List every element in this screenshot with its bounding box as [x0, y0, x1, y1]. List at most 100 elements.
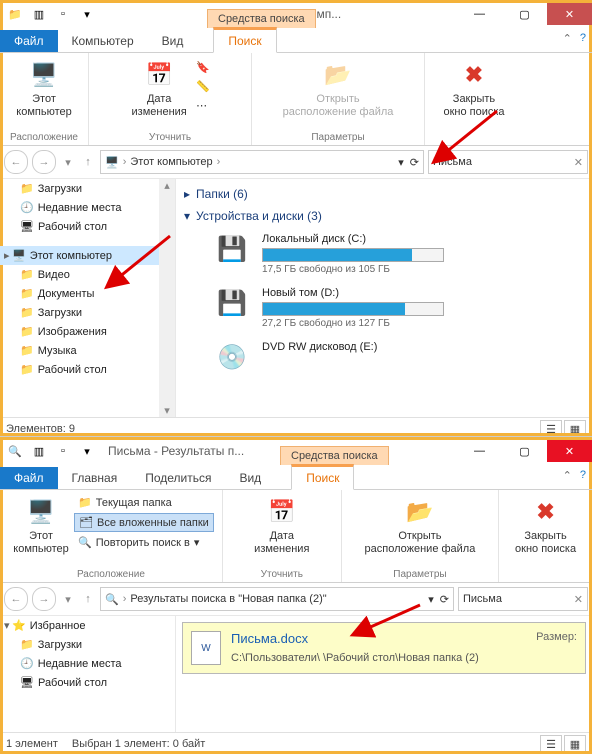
up-button[interactable]: ↑ — [80, 151, 96, 173]
date-modified-button[interactable]: 📅 Дата изменения — [249, 492, 315, 555]
open-location-button[interactable]: 📂 Открыть расположение файла — [350, 492, 490, 555]
up-button[interactable]: ↑ — [80, 588, 96, 610]
folder-open-icon: 📂 — [404, 496, 436, 528]
tree-item-this-pc[interactable]: ▸🖥️Этот компьютер — [0, 246, 175, 265]
tree-item-desktop[interactable]: 🖥Рабочий стол — [0, 673, 175, 692]
kind-button[interactable]: 🔖 — [192, 59, 214, 76]
minimize-button[interactable]: — — [457, 3, 502, 25]
search-result-item[interactable]: W Размер: Письма.docx C:\Пользователи\ \… — [182, 622, 586, 674]
back-button[interactable]: ← — [4, 587, 28, 611]
this-pc-button[interactable]: 🖥️ Этот компьютер — [8, 492, 74, 555]
tree-item-downloads2[interactable]: 📁Загрузки — [0, 303, 175, 322]
capacity-bar — [262, 248, 444, 262]
back-button[interactable]: ← — [4, 150, 28, 174]
history-dropdown[interactable]: ▾ — [60, 151, 76, 173]
open-location-button[interactable]: 📂 Открыть расположение файла — [263, 55, 413, 118]
refresh-icon[interactable]: ⟳ — [440, 593, 449, 606]
clear-search-icon[interactable]: ✕ — [574, 156, 583, 169]
forward-button[interactable]: → — [32, 587, 56, 611]
help-icon[interactable]: ? — [580, 469, 586, 482]
maximize-button[interactable]: ▢ — [502, 3, 547, 25]
close-button[interactable]: ✕ — [547, 440, 592, 462]
tree-item-favorites[interactable]: ▾⭐Избранное — [0, 616, 175, 635]
search-input-text: Письма — [433, 156, 472, 168]
search-again-button[interactable]: 🔍Повторить поиск в▾ — [74, 534, 214, 551]
view-details-button[interactable]: ☰ — [540, 735, 562, 753]
help-icon[interactable]: ? — [580, 32, 586, 45]
maximize-button[interactable]: ▢ — [502, 440, 547, 462]
tab-share[interactable]: Поделиться — [131, 467, 225, 489]
close-search-button[interactable]: ✖ Закрыть окно поиска — [440, 55, 508, 118]
search-box[interactable]: Письма ✕ — [428, 150, 588, 174]
props-icon: ⋯ — [196, 99, 207, 112]
ribbon-collapse-icon[interactable]: ⌃ — [563, 469, 572, 482]
search-box[interactable]: Письма ✕ — [458, 587, 588, 611]
search-input-text: Письма — [463, 593, 502, 605]
tab-search[interactable]: Поиск — [291, 464, 354, 490]
folder-icon: 📁 — [20, 306, 34, 319]
drive-d[interactable]: 💾 Новый том (D:) 27,2 ГБ свободно из 127… — [182, 281, 586, 335]
group-drives[interactable]: ▾Устройства и диски (3) — [182, 205, 586, 227]
group-folders[interactable]: ▸Папки (6) — [182, 183, 586, 205]
size-button[interactable]: 📏 — [192, 78, 214, 95]
forward-button[interactable]: → — [32, 150, 56, 174]
current-folder-button[interactable]: 📁Текущая папка — [74, 494, 214, 511]
other-props-button[interactable]: ⋯ — [192, 97, 214, 114]
tree-item-video[interactable]: 📁Видео — [0, 265, 175, 284]
tab-file[interactable]: Файл — [0, 30, 58, 52]
tree-item-music[interactable]: 📁Музыка — [0, 341, 175, 360]
quick-access-toolbar: 📁 ▥ ▫ ▾ — [0, 3, 102, 25]
collapse-icon[interactable]: ▾ — [4, 619, 10, 632]
tree-scrollbar[interactable]: ▴▾ — [159, 179, 175, 417]
tree-item-downloads[interactable]: 📁Загрузки — [0, 635, 175, 654]
refresh-icon[interactable]: ⟳ — [410, 156, 419, 169]
folder-icon: 📁 — [20, 182, 34, 195]
drive-dvd[interactable]: 💿 DVD RW дисковод (E:) — [182, 335, 586, 379]
expand-icon[interactable]: ▸ — [4, 249, 10, 262]
date-modified-button[interactable]: 📅 Дата изменения — [126, 55, 192, 118]
address-bar[interactable]: 🖥️ › Этот компьютер › ▾ ⟳ — [100, 150, 424, 174]
tree-item-downloads[interactable]: 📁Загрузки — [0, 179, 175, 198]
tree-item-desktop2[interactable]: 📁Рабочий стол — [0, 360, 175, 379]
close-search-button[interactable]: ✖ Закрыть окно поиска — [512, 492, 580, 555]
close-button[interactable]: ✕ — [547, 3, 592, 25]
tab-search[interactable]: Поиск — [213, 27, 276, 53]
tab-file[interactable]: Файл — [0, 467, 58, 489]
qat-item-icon[interactable]: ▫ — [52, 440, 74, 462]
tree-item-pictures[interactable]: 📁Изображения — [0, 322, 175, 341]
tab-computer[interactable]: Компьютер — [58, 30, 148, 52]
qat-newfolder-icon[interactable]: ▫ — [52, 3, 74, 25]
size-icon: 📏 — [196, 80, 210, 93]
qat-item-icon[interactable]: ▥ — [28, 440, 50, 462]
tree-item-desktop[interactable]: 🖥Рабочий стол — [0, 217, 175, 236]
star-icon: ⭐ — [12, 619, 26, 632]
tree-item-documents[interactable]: 📁Документы — [0, 284, 175, 303]
clear-search-icon[interactable]: ✕ — [574, 593, 583, 606]
this-pc-button[interactable]: 🖥️ Этот компьютер — [10, 55, 78, 118]
minimize-button[interactable]: — — [457, 440, 502, 462]
tab-view[interactable]: Вид — [225, 467, 275, 489]
folder-icon: 📁 — [20, 638, 34, 651]
ribbon-collapse-icon[interactable]: ⌃ — [563, 32, 572, 45]
view-icons-button[interactable]: ▦ — [564, 735, 586, 753]
contextual-tab-label: Средства поиска — [207, 9, 316, 28]
tree-item-recent[interactable]: 🕘Недавние места — [0, 654, 175, 673]
tab-home[interactable]: Главная — [58, 467, 132, 489]
folder-icon: 📁 — [20, 363, 34, 376]
calendar-icon: 📅 — [143, 59, 175, 91]
computer-icon: 🖥️ — [28, 59, 60, 91]
addr-dropdown-icon[interactable]: ▾ — [398, 156, 404, 169]
qat-dropdown-icon[interactable]: ▾ — [76, 3, 98, 25]
chevron-right-icon: ▸ — [184, 187, 190, 201]
tree-item-recent[interactable]: 🕘Недавние места — [0, 198, 175, 217]
all-subfolders-button[interactable]: 🗂Все вложенные папки — [74, 513, 214, 532]
view-icons-button[interactable]: ▦ — [564, 420, 586, 438]
qat-properties-icon[interactable]: ▥ — [28, 3, 50, 25]
addr-dropdown-icon[interactable]: ▾ — [428, 593, 434, 606]
qat-dropdown-icon[interactable]: ▾ — [76, 440, 98, 462]
history-dropdown[interactable]: ▾ — [60, 588, 76, 610]
address-bar[interactable]: 🔍› Результаты поиска в "Новая папка (2)"… — [100, 587, 454, 611]
drive-c[interactable]: 💾 Локальный диск (C:) 17,5 ГБ свободно и… — [182, 227, 586, 281]
view-details-button[interactable]: ☰ — [540, 420, 562, 438]
tab-view[interactable]: Вид — [148, 30, 198, 52]
